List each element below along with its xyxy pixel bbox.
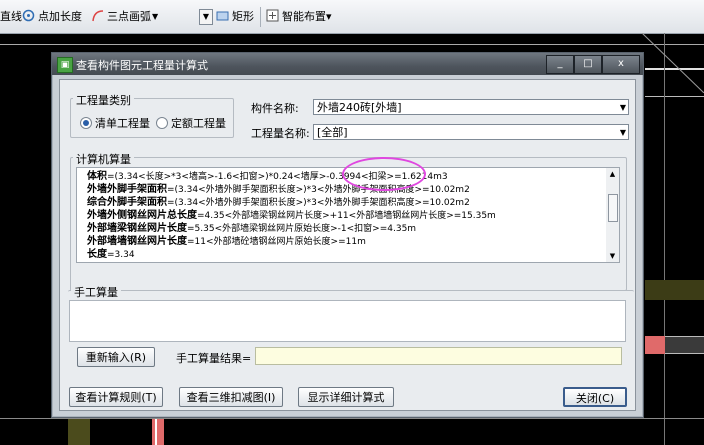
scroll-down-icon[interactable]: ▼ bbox=[606, 250, 619, 262]
smart-layout-icon bbox=[266, 9, 279, 22]
cad-diagonal bbox=[642, 33, 704, 93]
view-rules-button[interactable]: 查看计算规则(T) bbox=[69, 387, 163, 407]
manual-calc-label: 手工算量 bbox=[71, 284, 121, 300]
chevron-down-icon: ▼ bbox=[619, 103, 626, 112]
arc-icon bbox=[91, 9, 104, 22]
quantity-name-combo[interactable]: [全部] ▼ bbox=[313, 124, 629, 140]
scroll-up-icon[interactable]: ▲ bbox=[606, 168, 619, 180]
component-name-combo[interactable]: 外墙240砖[外墙] ▼ bbox=[313, 99, 629, 115]
radio-unselected-icon bbox=[156, 117, 168, 129]
quantity-name-label: 工程量名称: bbox=[251, 127, 310, 140]
rectangle-tool[interactable]: 矩形 bbox=[216, 9, 254, 25]
cad-wall bbox=[68, 418, 90, 445]
annotation-circle bbox=[342, 157, 426, 191]
close-window-button[interactable]: x bbox=[602, 55, 640, 74]
toolbar-separator bbox=[260, 7, 261, 27]
line-tool-label: 直线 bbox=[0, 10, 22, 23]
point-length-label: 点加长度 bbox=[38, 10, 82, 23]
bill-quantity-label: 清单工程量 bbox=[95, 117, 150, 130]
quantity-name-value: [全部] bbox=[317, 126, 348, 139]
close-button[interactable]: 关闭(C) bbox=[563, 387, 627, 407]
top-toolbar: 直线 点加长度 三点画弧 ▼ ▼ 矩形 智能布置▾ bbox=[0, 0, 704, 34]
quantity-formula-dialog: ▣ 查看构件图元工程量计算式 _ □ x 工程量类别 清单工程量 定额工程量 构… bbox=[51, 52, 644, 418]
view-3d-deduction-button[interactable]: 查看三维扣减图(I) bbox=[179, 387, 283, 407]
cad-line bbox=[0, 418, 704, 419]
calc-line: 外墙外侧钢丝网片总长度=4.35<外部墙梁钢丝网片长度>+11<外部墙墙钢丝网片… bbox=[87, 210, 496, 221]
point-length-tool[interactable]: 点加长度 bbox=[22, 9, 82, 25]
minimize-button[interactable]: _ bbox=[546, 55, 574, 74]
smart-layout-arrow: ▾ bbox=[326, 10, 332, 23]
calc-line: 综合外脚手架面积=(3.34<外墙外脚手架面积长度>)*3<外墙外脚手架面积高度… bbox=[87, 197, 470, 208]
calc-line: 外部墙梁钢丝网片长度=5.35<外部墙梁钢丝网片原始长度>-1<扣窗>=4.35… bbox=[87, 223, 417, 234]
radio-selected-icon bbox=[80, 117, 92, 129]
manual-result-label: 手工算量结果= bbox=[176, 352, 252, 365]
scroll-thumb[interactable] bbox=[608, 194, 618, 222]
machine-calc-textbox[interactable]: 体积=(3.34<长度>*3<墙高>-1.6<扣窗>)*0.24<墙厚>-0.3… bbox=[76, 167, 608, 263]
point-length-icon bbox=[22, 9, 35, 22]
cad-line bbox=[665, 353, 704, 354]
cad-line bbox=[155, 418, 157, 445]
calc-line: 外部墙墙钢丝网片长度=11<外部墙砼墙钢丝网片原始长度>=11m bbox=[87, 236, 366, 247]
bill-quantity-radio[interactable]: 清单工程量 bbox=[80, 115, 150, 131]
cad-column bbox=[645, 336, 665, 354]
cad-column bbox=[152, 418, 164, 445]
line-tool[interactable]: 直线 bbox=[0, 9, 22, 25]
dialog-title: 查看构件图元工程量计算式 bbox=[76, 59, 208, 72]
calc-scrollbar[interactable]: ▲ ▼ bbox=[606, 167, 620, 263]
chevron-down-icon: ▼ bbox=[619, 128, 626, 137]
smart-layout-tool[interactable]: 智能布置▾ bbox=[266, 9, 332, 25]
cad-line bbox=[665, 336, 704, 337]
reinput-button[interactable]: 重新输入(R) bbox=[77, 347, 155, 367]
quota-quantity-label: 定额工程量 bbox=[171, 117, 226, 130]
cad-line bbox=[0, 44, 704, 45]
cad-wall bbox=[665, 336, 704, 354]
manual-calc-input[interactable] bbox=[69, 300, 626, 342]
manual-result-field[interactable] bbox=[255, 347, 622, 365]
cad-wall bbox=[645, 280, 704, 300]
rectangle-icon bbox=[216, 9, 229, 22]
maximize-button[interactable]: □ bbox=[574, 55, 602, 74]
cad-line bbox=[664, 33, 665, 445]
component-name-value: 外墙240砖[外墙] bbox=[317, 101, 402, 114]
rectangle-label: 矩形 bbox=[232, 10, 254, 23]
component-name-label: 构件名称: bbox=[251, 102, 299, 115]
cad-line bbox=[645, 96, 704, 97]
show-detail-formula-button[interactable]: 显示详细计算式 bbox=[298, 387, 394, 407]
arc-dropdown-arrow[interactable]: ▼ bbox=[152, 9, 158, 25]
smart-layout-label: 智能布置 bbox=[282, 10, 326, 23]
app-icon: ▣ bbox=[57, 57, 73, 73]
machine-calc-label: 计算机算量 bbox=[73, 151, 134, 167]
three-point-arc-label: 三点画弧 bbox=[107, 10, 151, 23]
dialog-titlebar[interactable]: ▣ 查看构件图元工程量计算式 _ □ x bbox=[52, 53, 643, 75]
calc-line: 长度=3.34 bbox=[87, 249, 135, 260]
three-point-arc-tool[interactable]: 三点画弧 bbox=[91, 9, 151, 25]
dropdown-button[interactable]: ▼ bbox=[199, 9, 213, 25]
quantity-type-label: 工程量类别 bbox=[73, 92, 134, 108]
quota-quantity-radio[interactable]: 定额工程量 bbox=[156, 115, 226, 131]
